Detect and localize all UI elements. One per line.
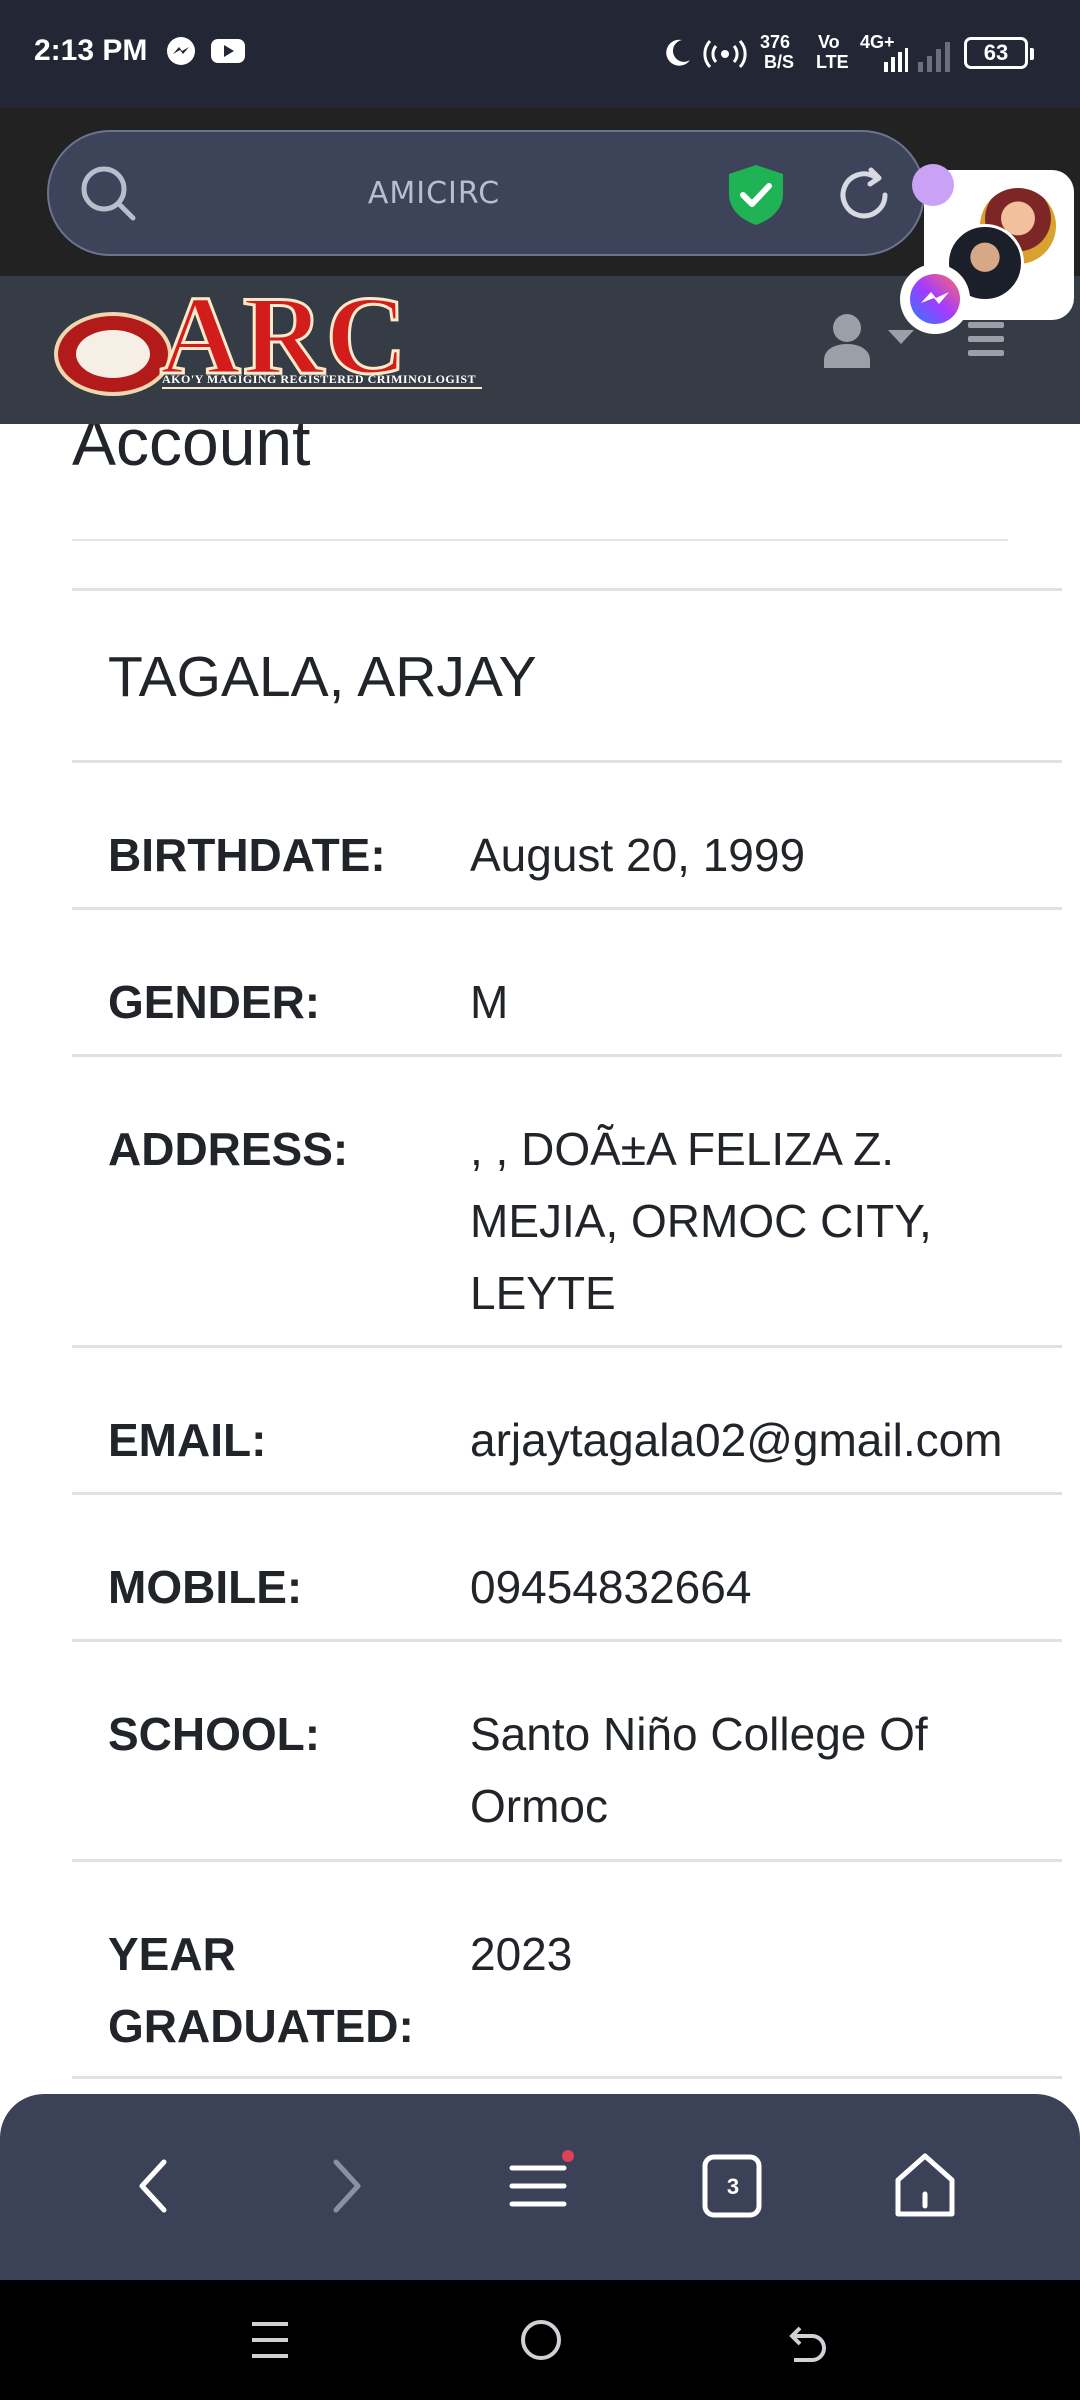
status-time: 2:13 PM <box>34 34 148 67</box>
signal-2-icon <box>916 40 956 77</box>
chat-heads-bubble[interactable] <box>900 164 1074 334</box>
volte-top: Vo <box>818 32 840 52</box>
messenger-icon <box>900 264 970 334</box>
notification-dot <box>912 164 954 206</box>
field-value: Santo Niño College Of Ormoc <box>470 1708 928 1832</box>
messenger-notification-icon <box>166 36 196 71</box>
page-title: Account <box>72 424 311 479</box>
home-icon[interactable] <box>890 2146 960 2231</box>
battery-indicator: 63 <box>964 37 1034 69</box>
menu-icon[interactable] <box>968 322 1004 364</box>
field-label: ADDRESS: <box>108 1123 349 1175</box>
hotspot-icon <box>702 36 748 75</box>
field-value: August 20, 1999 <box>470 829 806 881</box>
field-label: GENDER: <box>108 976 321 1028</box>
table-row: EMAIL: arjaytagala02@gmail.com <box>72 1345 1062 1492</box>
logo-seal-icon[interactable] <box>54 312 172 396</box>
system-navigation-bar <box>0 2280 1080 2400</box>
home-circle-icon[interactable] <box>516 2314 566 2371</box>
back-icon[interactable] <box>128 2146 178 2231</box>
field-label: YEAR GRADUATED: <box>108 1928 414 2052</box>
forward-icon[interactable] <box>322 2146 372 2231</box>
reload-icon[interactable] <box>833 164 895 231</box>
field-value: 2023 <box>470 1928 573 1980</box>
youtube-notification-icon <box>210 36 246 71</box>
volte-bottom: LTE <box>816 52 849 72</box>
system-back-icon[interactable] <box>784 2314 834 2371</box>
dnd-moon-icon <box>660 36 694 75</box>
field-value[interactable]: 09454832664 <box>470 1551 1026 1613</box>
table-row: YEAR GRADUATED: 2023 <box>72 1859 1062 2079</box>
site-logo-tagline: AKO'Y MAGIGING REGISTERED CRIMINOLOGIST <box>162 372 482 389</box>
table-row: SCHOOL: Santo Niño College Of Ormoc <box>72 1639 1062 1859</box>
field-value: M <box>470 976 509 1028</box>
divider <box>72 539 1008 541</box>
status-bar: 2:13 PM 376 B/S Vo LTE 4G+ 63 <box>0 0 1080 108</box>
field-value[interactable]: arjaytagala02@gmail.com <box>470 1404 1026 1466</box>
address-bar[interactable]: AMICIRC <box>47 130 925 256</box>
security-shield-icon[interactable] <box>723 162 789 233</box>
field-label: MOBILE: <box>108 1561 303 1613</box>
url-text[interactable]: AMICIRC <box>49 176 819 211</box>
field-label: SCHOOL: <box>108 1708 321 1760</box>
net-speed-value: 376 <box>760 32 791 52</box>
profile-name: TAGALA, ARJAY <box>108 645 537 709</box>
chevron-down-icon[interactable] <box>888 330 914 344</box>
profile-table: TAGALA, ARJAY BIRTHDATE: August 20, 1999… <box>72 588 1062 2079</box>
field-label: BIRTHDATE: <box>108 829 386 881</box>
field-label: EMAIL: <box>108 1414 267 1466</box>
user-account-icon[interactable] <box>820 312 874 373</box>
table-row: MOBILE: 09454832664 <box>72 1492 1062 1639</box>
browser-menu-icon[interactable] <box>506 2146 576 2231</box>
tab-count: 3 <box>726 2174 740 2199</box>
recent-apps-icon[interactable] <box>248 2314 292 2371</box>
table-row: GENDER: M <box>72 907 1062 1054</box>
table-row: ADDRESS: , , DOÃ±A FELIZA Z. MEJIA, ORMO… <box>72 1054 1062 1345</box>
net-speed-unit: B/S <box>764 52 795 72</box>
table-row: BIRTHDATE: August 20, 1999 <box>72 760 1062 907</box>
signal-1-icon <box>860 48 908 77</box>
browser-bottom-nav: 3 <box>0 2094 1080 2280</box>
account-page: Account TAGALA, ARJAY BIRTHDATE: August … <box>0 424 1080 2094</box>
field-value: , , DOÃ±A FELIZA Z. MEJIA, ORMOC CITY, L… <box>470 1123 932 1319</box>
profile-name-row: TAGALA, ARJAY <box>72 588 1062 760</box>
